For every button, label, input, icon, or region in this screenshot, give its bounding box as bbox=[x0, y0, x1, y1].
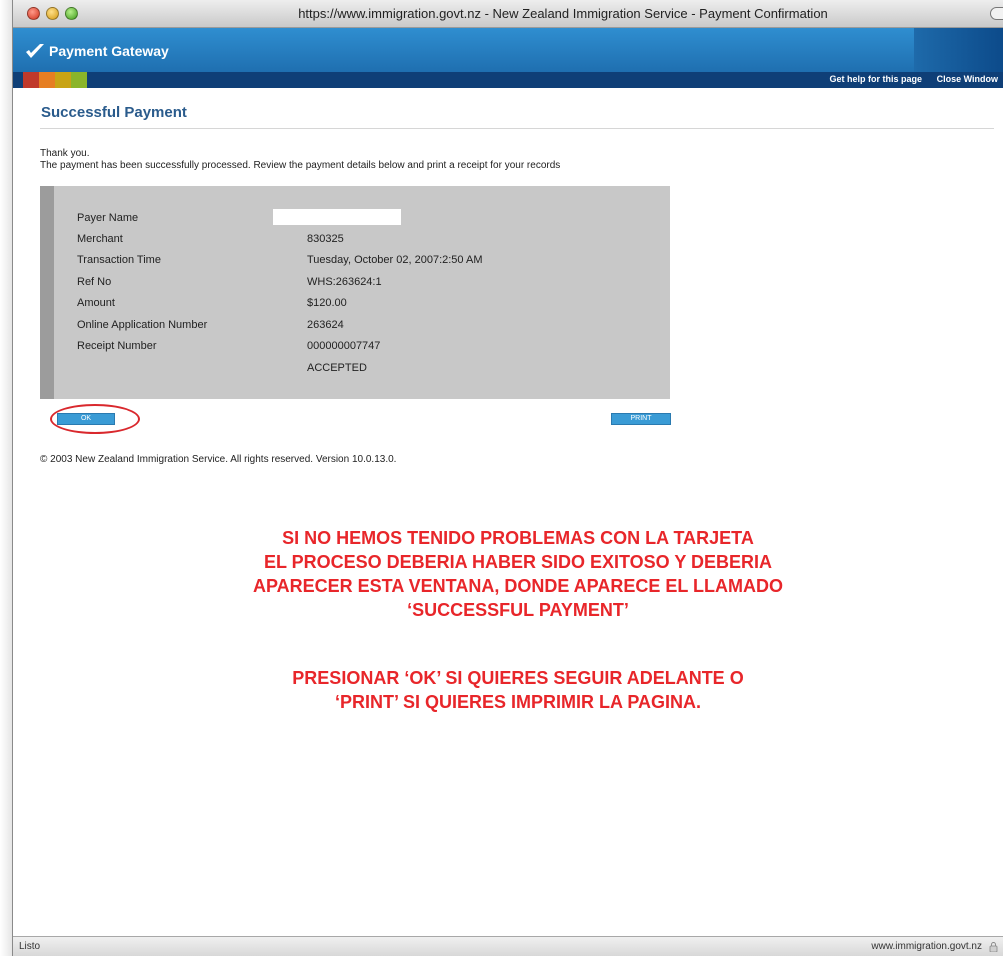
page-title: Successful Payment bbox=[41, 104, 187, 121]
title-bar: https://www.immigration.govt.nz - New Ze… bbox=[13, 0, 1003, 28]
lock-icon bbox=[989, 942, 998, 952]
confirmation-message: Thank you. The payment has been successf… bbox=[40, 148, 560, 172]
payment-gateway-header: Payment Gateway bbox=[13, 28, 1003, 72]
minimize-window-icon[interactable] bbox=[46, 7, 59, 20]
logo-text: Payment Gateway bbox=[49, 43, 169, 59]
zoom-window-icon[interactable] bbox=[65, 7, 78, 20]
close-window-icon[interactable] bbox=[27, 7, 40, 20]
browser-window: https://www.immigration.govt.nz - New Ze… bbox=[12, 0, 1003, 956]
status-text: Listo bbox=[19, 941, 41, 952]
detail-label: Ref No bbox=[77, 276, 112, 288]
header-accent bbox=[914, 28, 1003, 72]
status-bar: Listo www.immigration.govt.nz bbox=[13, 936, 1003, 956]
instruction-note: SI NO HEMOS TENIDO PROBLEMAS CON LA TARJ… bbox=[153, 526, 883, 622]
detail-label: Amount bbox=[77, 297, 115, 309]
detail-value: WHS:263624:1 bbox=[307, 276, 382, 288]
header-links: Get help for this page Close Window bbox=[818, 74, 998, 84]
print-button[interactable]: PRINT bbox=[611, 413, 671, 425]
detail-label: Transaction Time bbox=[77, 254, 161, 266]
detail-value: Tuesday, October 02, 2007:2:50 AM bbox=[307, 254, 483, 266]
stripe-green bbox=[71, 72, 87, 88]
detail-label: Merchant bbox=[77, 233, 123, 245]
note-line: APARECER ESTA VENTANA, DONDE APARECE EL … bbox=[252, 576, 784, 596]
copyright-text: © 2003 New Zealand Immigration Service. … bbox=[40, 454, 397, 465]
detail-label: Receipt Number bbox=[77, 340, 157, 352]
help-link[interactable]: Get help for this page bbox=[830, 74, 923, 84]
processed-line: The payment has been successfully proces… bbox=[40, 160, 561, 171]
detail-label: Online Application Number bbox=[77, 319, 208, 331]
detail-value: 000000007747 bbox=[307, 340, 381, 352]
stripe-orange bbox=[39, 72, 55, 88]
sub-navigation-bar: Get help for this page Close Window bbox=[13, 72, 1003, 88]
stripe-red bbox=[23, 72, 39, 88]
detail-value: 830325 bbox=[307, 233, 344, 245]
toolbar-toggle-button[interactable] bbox=[990, 7, 1003, 20]
note-line: SI NO HEMOS TENIDO PROBLEMAS CON LA TARJ… bbox=[282, 528, 754, 548]
desktop-edge bbox=[0, 0, 12, 956]
window-title: https://www.immigration.govt.nz - New Ze… bbox=[298, 6, 828, 21]
note-line: ‘SUCCESSFUL PAYMENT’ bbox=[407, 600, 629, 620]
detail-value: 263624 bbox=[307, 319, 344, 331]
button-instruction-note: PRESIONAR ‘OK’ SI QUIERES SEGUIR ADELANT… bbox=[153, 666, 883, 714]
status-domain: www.immigration.govt.nz bbox=[871, 941, 982, 952]
stripe-gold bbox=[55, 72, 71, 88]
close-window-link[interactable]: Close Window bbox=[937, 74, 998, 84]
ok-button[interactable]: OK bbox=[57, 413, 115, 425]
note-line: PRESIONAR ‘OK’ SI QUIERES SEGUIR ADELANT… bbox=[292, 668, 744, 688]
note-line: EL PROCESO DEBERIA HABER SIDO EXITOSO Y … bbox=[263, 552, 773, 572]
thanks-line: Thank you. bbox=[40, 148, 90, 159]
title-divider bbox=[40, 128, 994, 129]
detail-value: $120.00 bbox=[307, 297, 347, 309]
note-line: ‘PRINT’ SI QUIERES IMPRIMIR LA PAGINA. bbox=[334, 692, 702, 712]
checkmark-icon bbox=[26, 44, 44, 58]
detail-label: Payer Name bbox=[77, 212, 139, 224]
redacted-payer-name bbox=[273, 209, 401, 225]
payment-status: ACCEPTED bbox=[307, 362, 367, 374]
